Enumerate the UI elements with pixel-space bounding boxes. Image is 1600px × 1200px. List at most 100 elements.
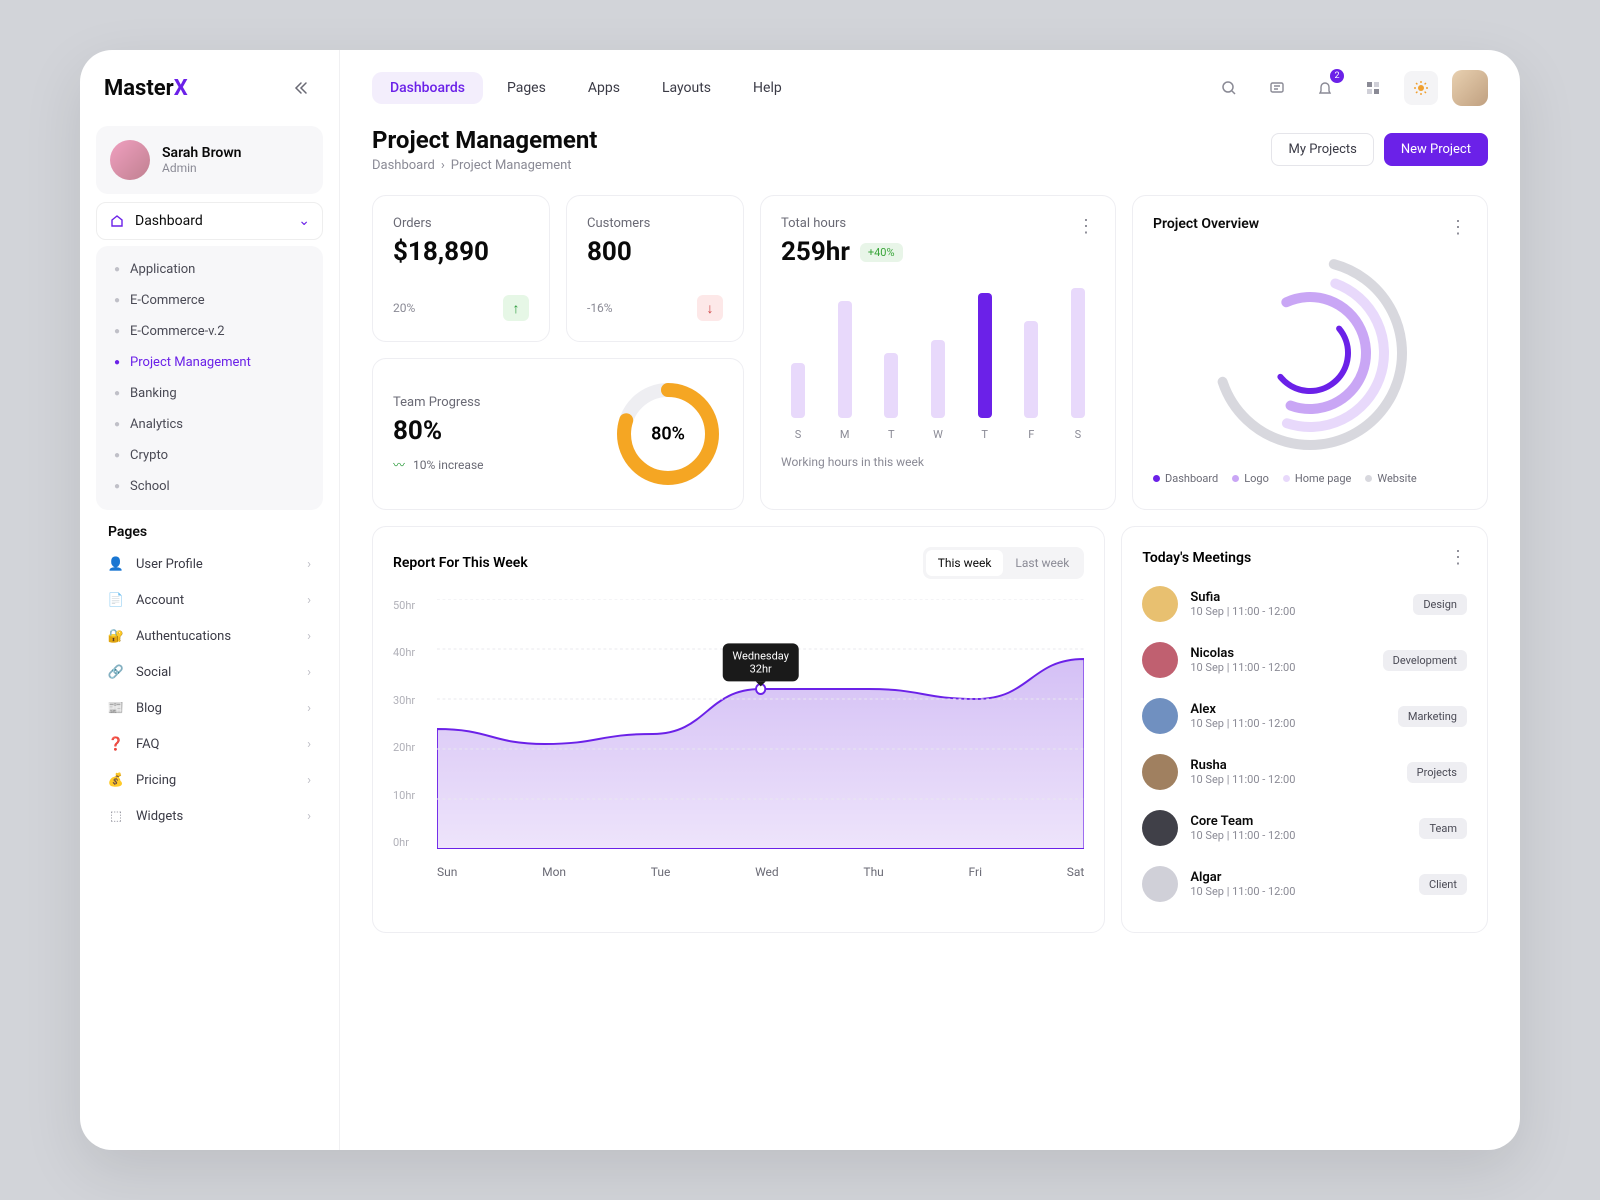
team-donut-chart: 80% <box>613 379 723 489</box>
trend-up-icon: 〰 <box>393 456 405 473</box>
more-menu-button[interactable]: ⋮ <box>1449 547 1467 568</box>
chevron-right-icon: › <box>307 665 311 680</box>
meeting-tag: Client <box>1419 874 1467 895</box>
chevron-right-icon: › <box>307 773 311 788</box>
message-icon <box>1269 80 1285 96</box>
tab-pages[interactable]: Pages <box>489 72 564 104</box>
sidebar-item-crypto[interactable]: ●Crypto <box>96 440 323 471</box>
menu-icon: ❓ <box>108 736 124 752</box>
menu-icon: 📄 <box>108 592 124 608</box>
meeting-row[interactable]: Algar10 Sep | 11:00 - 12:00Client <box>1142 856 1467 912</box>
bar-S: S <box>1065 288 1091 441</box>
orders-card: Orders $18,890 20% ↑ <box>372 195 550 342</box>
more-menu-button[interactable]: ⋮ <box>1077 216 1095 237</box>
theme-toggle-button[interactable] <box>1404 71 1438 105</box>
meeting-row[interactable]: Alex10 Sep | 11:00 - 12:00Marketing <box>1142 688 1467 744</box>
messages-button[interactable] <box>1260 71 1294 105</box>
chevron-right-icon: › <box>307 737 311 752</box>
new-project-button[interactable]: New Project <box>1384 133 1488 166</box>
legend-item: Home page <box>1283 472 1352 485</box>
arrow-up-icon: ↑ <box>503 295 529 321</box>
chevron-right-icon: › <box>441 158 445 173</box>
search-button[interactable] <box>1212 71 1246 105</box>
sidebar-item-widgets[interactable]: ⬚Widgets› <box>96 798 323 834</box>
meeting-row[interactable]: Core Team10 Sep | 11:00 - 12:00Team <box>1142 800 1467 856</box>
menu-icon: 🔐 <box>108 628 124 644</box>
report-card: Report For This Week This week Last week… <box>372 526 1105 933</box>
bar-S: S <box>785 363 811 441</box>
meeting-tag: Design <box>1413 594 1467 615</box>
sidebar-item-pricing[interactable]: 💰Pricing› <box>96 762 323 798</box>
meeting-tag: Marketing <box>1398 706 1467 727</box>
bar-F: F <box>1018 321 1044 442</box>
sidebar-item-blog[interactable]: 📰Blog› <box>96 690 323 726</box>
sidebar-item-project-management[interactable]: ●Project Management <box>96 347 323 378</box>
page-title: Project Management <box>372 126 597 154</box>
profile-avatar[interactable] <box>1452 70 1488 106</box>
avatar <box>1142 866 1178 902</box>
apps-button[interactable] <box>1356 71 1390 105</box>
project-overview-card: Project Overview ⋮ DashboardLogoHome pag… <box>1132 195 1488 510</box>
report-range-toggle[interactable]: This week Last week <box>923 547 1085 579</box>
meeting-tag: Team <box>1419 818 1467 839</box>
bar-W: W <box>925 340 951 441</box>
legend-item: Dashboard <box>1153 472 1218 485</box>
sidebar-item-e-commerce-v-2[interactable]: ●E-Commerce-v.2 <box>96 316 323 347</box>
topbar: DashboardsPagesAppsLayoutsHelp 2 <box>340 50 1520 126</box>
user-card[interactable]: Sarah Brown Admin <box>96 126 323 194</box>
avatar <box>1142 698 1178 734</box>
menu-icon: ⬚ <box>108 808 124 824</box>
nav-dashboard[interactable]: Dashboard ⌄ <box>96 202 323 240</box>
avatar <box>1142 810 1178 846</box>
chevron-right-icon: › <box>307 593 311 608</box>
bar-T: T <box>972 293 998 441</box>
my-projects-button[interactable]: My Projects <box>1271 133 1373 166</box>
tab-help[interactable]: Help <box>735 72 800 104</box>
meeting-tag: Projects <box>1407 762 1467 783</box>
sidebar-item-banking[interactable]: ●Banking <box>96 378 323 409</box>
notif-badge: 2 <box>1330 69 1344 83</box>
avatar <box>1142 754 1178 790</box>
sidebar-item-application[interactable]: ●Application <box>96 254 323 285</box>
sidebar-item-school[interactable]: ●School <box>96 471 323 502</box>
pages-section-title: Pages <box>96 510 323 546</box>
bell-icon <box>1317 80 1333 96</box>
sidebar-item-authentucations[interactable]: 🔐Authentucations› <box>96 618 323 654</box>
home-icon <box>109 213 125 229</box>
sidebar-item-user-profile[interactable]: 👤User Profile› <box>96 546 323 582</box>
tab-dashboards[interactable]: Dashboards <box>372 72 483 104</box>
sidebar-item-analytics[interactable]: ●Analytics <box>96 409 323 440</box>
breadcrumb: Dashboard › Project Management <box>372 158 597 173</box>
tab-apps[interactable]: Apps <box>570 72 638 104</box>
sidebar-item-faq[interactable]: ❓FAQ› <box>96 726 323 762</box>
meeting-row[interactable]: Rusha10 Sep | 11:00 - 12:00Projects <box>1142 744 1467 800</box>
legend-item: Website <box>1365 472 1416 485</box>
sidebar-item-social[interactable]: 🔗Social› <box>96 654 323 690</box>
menu-icon: 👤 <box>108 556 124 572</box>
sidebar-item-e-commerce[interactable]: ●E-Commerce <box>96 285 323 316</box>
report-area-chart: 50hr40hr30hr20hr10hr0hr Wednesday 32hr <box>393 599 1084 879</box>
search-icon <box>1221 80 1237 96</box>
tab-layouts[interactable]: Layouts <box>644 72 729 104</box>
notifications-button[interactable]: 2 <box>1308 71 1342 105</box>
avatar <box>110 140 150 180</box>
bar-T: T <box>878 353 904 441</box>
avatar <box>1142 642 1178 678</box>
sidebar: MasterX Sarah Brown Admin Dashboard ⌄ <box>80 50 340 1150</box>
logo: MasterX <box>104 76 188 101</box>
menu-icon: 🔗 <box>108 664 124 680</box>
grid-icon <box>1365 80 1381 96</box>
more-menu-button[interactable]: ⋮ <box>1449 217 1467 238</box>
chevron-right-icon: › <box>307 809 311 824</box>
chevron-right-icon: › <box>307 701 311 716</box>
total-hours-card: Total hours 259hr +40% ⋮ SMTWTFS Working… <box>760 195 1116 510</box>
menu-icon: 📰 <box>108 700 124 716</box>
overview-radial-chart <box>1153 248 1467 458</box>
chevron-right-icon: › <box>307 557 311 572</box>
sidebar-item-account[interactable]: 📄Account› <box>96 582 323 618</box>
meeting-row[interactable]: Sufia10 Sep | 11:00 - 12:00Design <box>1142 576 1467 632</box>
team-progress-card: Team Progress 80% 〰10% increase 80% <box>372 358 744 510</box>
meeting-row[interactable]: Nicolas10 Sep | 11:00 - 12:00Development <box>1142 632 1467 688</box>
legend-item: Logo <box>1232 472 1269 485</box>
collapse-sidebar-button[interactable] <box>287 74 315 102</box>
